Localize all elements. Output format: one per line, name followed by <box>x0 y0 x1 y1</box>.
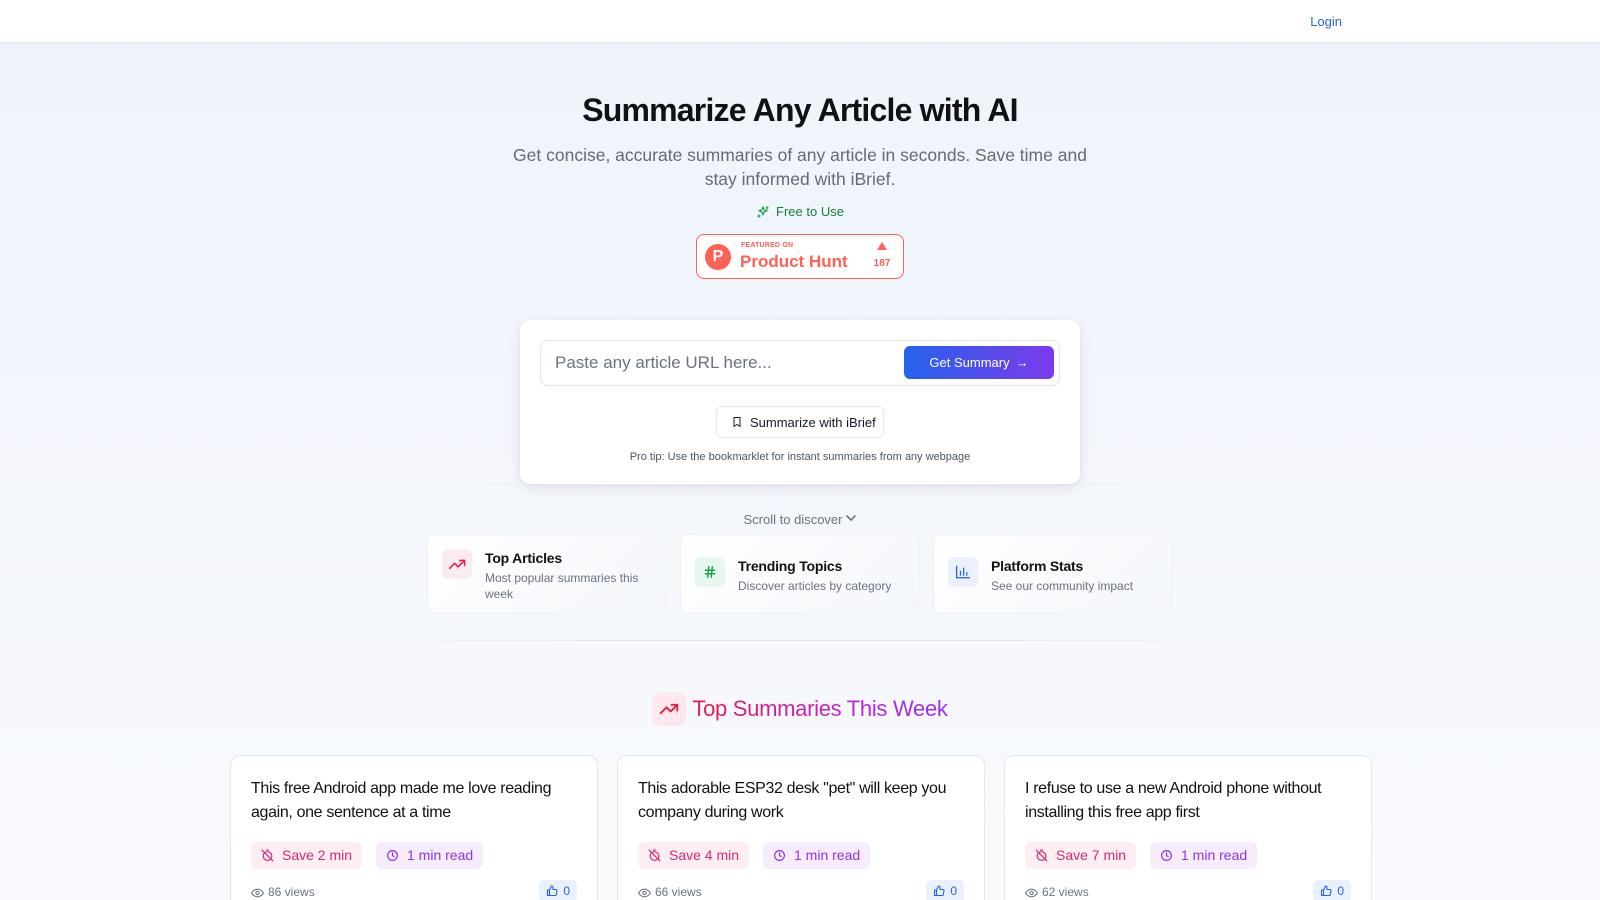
article-card[interactable]: I refuse to use a new Android phone with… <box>1004 755 1372 900</box>
like-button[interactable]: 0 <box>1313 880 1351 900</box>
trending-up-icon <box>448 559 465 570</box>
feature-icon-box <box>695 557 725 587</box>
arrow-right-icon: → <box>1015 355 1029 370</box>
bookmark-icon <box>733 417 741 427</box>
scroll-to-discover[interactable]: Scroll to discover <box>0 512 1600 527</box>
hero-title: Summarize Any Article with AI <box>582 92 1018 128</box>
feature-top-articles[interactable]: Top Articles Most popular summaries this… <box>427 534 667 614</box>
view-count: 66 views <box>637 885 702 899</box>
feature-platform-stats[interactable]: Platform Stats See our community impact <box>933 534 1173 614</box>
time-saved-label: Save 2 min <box>282 847 353 863</box>
product-hunt-badge[interactable]: P FEATURED ON Product Hunt 187 <box>696 234 904 279</box>
get-summary-button[interactable]: Get Summary → <box>904 346 1054 379</box>
like-count: 0 <box>563 884 570 898</box>
timer-off-icon <box>1035 849 1048 862</box>
article-card[interactable]: This free Android app made me love readi… <box>230 755 598 900</box>
like-count: 0 <box>950 884 957 898</box>
sparkles-icon <box>757 206 769 218</box>
time-saved-chip: Save 2 min <box>251 842 363 869</box>
product-hunt-name: Product Hunt <box>740 252 848 271</box>
feature-description: Most popular summaries this week <box>485 571 639 601</box>
time-saved-chip: Save 7 min <box>1025 842 1137 869</box>
article-card[interactable]: This adorable ESP32 desk "pet" will keep… <box>617 755 985 900</box>
read-time-chip: 1 min read <box>1150 842 1258 869</box>
timer-off-icon <box>261 849 274 862</box>
read-time-chip: 1 min read <box>376 842 484 869</box>
upvote-arrow-icon <box>877 242 887 250</box>
read-time-label: 1 min read <box>407 847 474 863</box>
free-to-use-badge: Free to Use <box>0 204 1600 219</box>
top-summaries-title: Top Summaries This Week <box>692 696 948 721</box>
product-hunt-featured-label: FEATURED ON <box>741 242 794 249</box>
time-saved-chip: Save 4 min <box>638 842 750 869</box>
view-count: 86 views <box>250 885 315 899</box>
product-hunt-upvote-count: 187 <box>873 258 891 269</box>
trending-up-icon <box>660 703 679 715</box>
feature-icon-box <box>948 557 978 587</box>
bookmarklet-button[interactable]: Summarize with iBrief <box>716 406 884 438</box>
pro-tip-text: Pro tip: Use the bookmarklet for instant… <box>629 451 971 463</box>
login-link[interactable]: Login <box>1310 14 1342 29</box>
time-saved-label: Save 7 min <box>1056 847 1127 863</box>
product-hunt-logo: P <box>705 244 731 270</box>
top-summaries-heading: Top Summaries This Week <box>0 692 1600 726</box>
scroll-to-discover-label: Scroll to discover <box>743 512 843 527</box>
feature-title: Top Articles <box>485 550 562 566</box>
url-input-wrapper: Get Summary → <box>540 340 1060 386</box>
feature-description: Discover articles by category <box>738 579 892 593</box>
view-count-label: 62 views <box>1042 885 1089 899</box>
hash-icon <box>704 566 716 578</box>
like-button[interactable]: 0 <box>926 880 964 900</box>
article-title: I refuse to use a new Android phone with… <box>1025 780 1322 821</box>
like-button[interactable]: 0 <box>539 880 577 900</box>
read-time-label: 1 min read <box>1181 847 1248 863</box>
section-icon-box <box>652 692 687 726</box>
thumbs-up-icon <box>1321 885 1332 897</box>
clock-icon <box>1161 850 1172 861</box>
like-count: 0 <box>1337 884 1344 898</box>
time-saved-label: Save 4 min <box>669 847 740 863</box>
feature-trending-topics[interactable]: Trending Topics Discover articles by cat… <box>680 534 920 614</box>
article-url-input[interactable] <box>555 349 895 377</box>
chevron-down-icon <box>846 515 857 522</box>
view-count: 62 views <box>1024 885 1089 899</box>
read-time-label: 1 min read <box>794 847 861 863</box>
timer-off-icon <box>648 849 661 862</box>
top-navbar: Login <box>0 0 1600 43</box>
view-count-label: 66 views <box>655 885 702 899</box>
eye-icon <box>250 888 265 898</box>
view-count-label: 86 views <box>268 885 315 899</box>
summarize-card: Get Summary → Summarize with iBrief Pro t… <box>520 320 1080 484</box>
article-title: This adorable ESP32 desk "pet" will keep… <box>638 780 947 821</box>
get-summary-label: Get Summary <box>929 355 1010 370</box>
feature-icon-box <box>442 549 472 579</box>
bar-chart-icon <box>956 565 970 579</box>
bookmarklet-label: Summarize with iBrief <box>750 415 876 430</box>
feature-description: See our community impact <box>991 579 1134 593</box>
eye-icon <box>1024 888 1039 898</box>
divider <box>330 640 1270 641</box>
feature-title: Trending Topics <box>738 558 843 574</box>
hero-subtitle: Get concise, accurate summaries of any a… <box>513 145 1087 189</box>
thumbs-up-icon <box>934 885 945 897</box>
article-title: This free Android app made me love readi… <box>251 780 552 821</box>
free-to-use-label: Free to Use <box>776 204 844 219</box>
clock-icon <box>774 850 785 861</box>
divider <box>350 484 1250 485</box>
clock-icon <box>387 850 398 861</box>
read-time-chip: 1 min read <box>763 842 871 869</box>
thumbs-up-icon <box>547 885 558 897</box>
feature-title: Platform Stats <box>991 558 1084 574</box>
eye-icon <box>637 888 652 898</box>
